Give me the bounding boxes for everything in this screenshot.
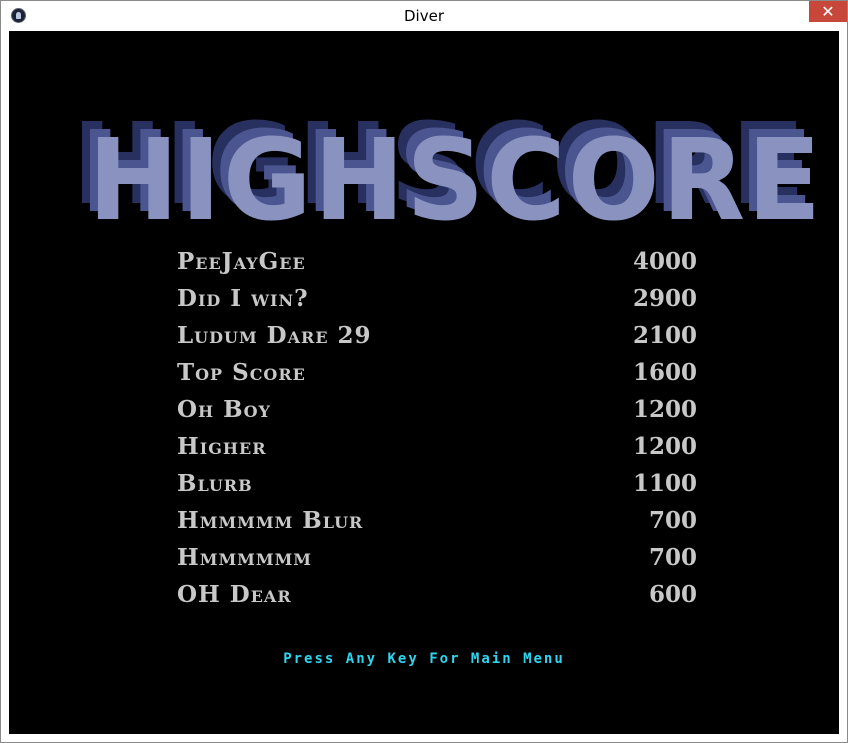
- window-title: Diver: [404, 7, 444, 25]
- highscore-row: Blurb 1100: [177, 465, 697, 502]
- highscore-row: Hmmmmm Blur 700: [177, 502, 697, 539]
- player-score: 1600: [632, 359, 697, 386]
- highscore-table: PeeJayGee 4000 Did I win? 2900 Ludum Dare 29…: [177, 243, 697, 613]
- highscore-row: Top Score 1600: [177, 354, 697, 391]
- close-icon: ✕: [821, 2, 835, 21]
- highscore-logo: HIGHSCORE HIGHSCORE HIGHSCORE: [72, 100, 823, 225]
- player-name: Hmmmmmm: [177, 544, 312, 571]
- player-name: Oh Boy: [177, 396, 271, 423]
- game-canvas[interactable]: HIGHSCORE HIGHSCORE HIGHSCORE PeeJayGee 4…: [9, 31, 839, 734]
- player-score: 4000: [632, 248, 697, 275]
- player-score: 1200: [632, 396, 697, 423]
- player-name: Top Score: [177, 359, 306, 386]
- player-score: 2100: [632, 322, 697, 349]
- player-name: Did I win?: [177, 285, 309, 312]
- player-name: PeeJayGee: [177, 248, 306, 275]
- highscore-row: PeeJayGee 4000: [177, 243, 697, 280]
- highscore-row: OH Dear 600: [177, 576, 697, 613]
- player-name: Blurb: [177, 470, 253, 497]
- app-window: Diver ✕ HIGHSCORE HIGHSCORE HIGHSCORE Pe…: [0, 0, 848, 743]
- logo-front: HIGHSCORE: [88, 116, 823, 225]
- player-name: Higher: [177, 433, 267, 460]
- player-name: Ludum Dare 29: [177, 322, 372, 349]
- player-score: 1100: [632, 470, 697, 497]
- player-name: Hmmmmm Blur: [177, 507, 364, 534]
- highscore-row: Did I win? 2900: [177, 280, 697, 317]
- player-score: 700: [648, 507, 697, 534]
- press-any-key-prompt: Press Any Key For Main Menu: [283, 651, 565, 667]
- highscore-row: Hmmmmmm 700: [177, 539, 697, 576]
- player-score: 2900: [632, 285, 697, 312]
- title-bar[interactable]: Diver ✕: [1, 1, 847, 31]
- player-name: OH Dear: [177, 581, 292, 608]
- player-score: 700: [648, 544, 697, 571]
- player-score: 600: [648, 581, 697, 608]
- player-score: 1200: [632, 433, 697, 460]
- close-button[interactable]: ✕: [809, 1, 847, 22]
- highscore-row: Ludum Dare 29 2100: [177, 317, 697, 354]
- highscore-row: Oh Boy 1200: [177, 391, 697, 428]
- highscore-row: Higher 1200: [177, 428, 697, 465]
